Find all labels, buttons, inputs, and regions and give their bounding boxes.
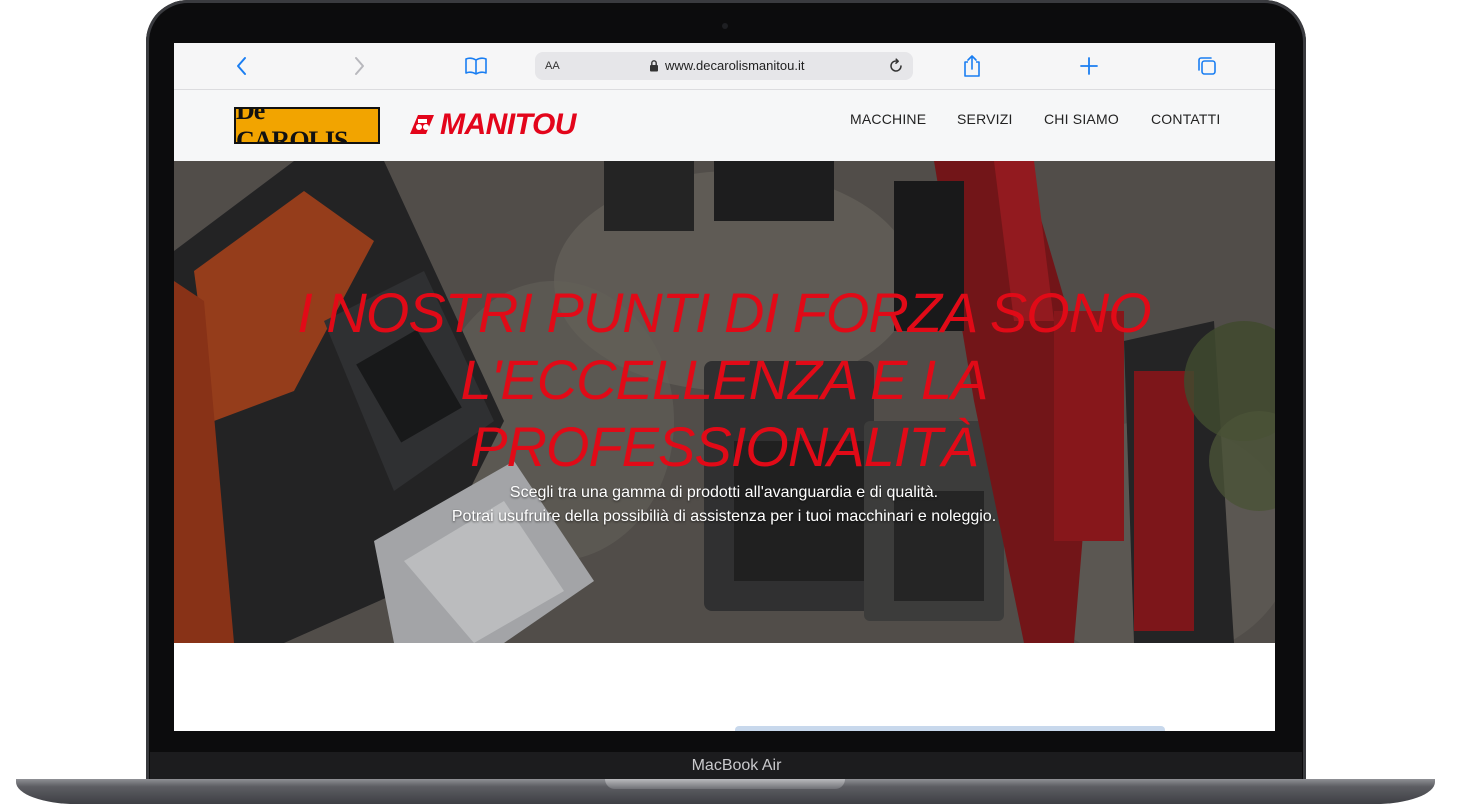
decarolis-logo[interactable]: De CAROLIS — [234, 107, 380, 144]
nav-contatti[interactable]: CONTATTI — [1151, 111, 1221, 127]
hero-title-line: PROFESSIONALITÀ — [470, 415, 979, 478]
webcam — [722, 23, 728, 29]
share-button[interactable] — [959, 53, 985, 79]
tabs-icon — [1198, 57, 1216, 75]
chevron-right-icon — [355, 57, 364, 75]
forward-button[interactable] — [346, 53, 372, 79]
content-card-preview — [735, 726, 1165, 731]
hero-title: I NOSTRI PUNTI DI FORZA SONO L'ECCELLENZ… — [274, 279, 1174, 480]
manitou-wordmark: MANITOU — [440, 108, 576, 141]
plus-icon — [1080, 57, 1098, 75]
hero-subtitle-line: Scegli tra una gamma di prodotti all'ava… — [509, 484, 939, 501]
manitou-logo[interactable]: MANITOU — [406, 108, 576, 142]
hero-title-line: I NOSTRI PUNTI DI FORZA SONO — [297, 281, 1152, 344]
share-icon — [964, 55, 980, 77]
chevron-left-icon — [237, 57, 246, 75]
hero-banner: I NOSTRI PUNTI DI FORZA SONO L'ECCELLENZ… — [174, 161, 1275, 643]
laptop-hinge-notch — [605, 779, 845, 789]
tabs-overview-button[interactable] — [1194, 53, 1220, 79]
lock-icon — [650, 60, 658, 72]
browser-screen: AA www.decarolismanitou.it De CAROLIS MA… — [174, 43, 1275, 731]
new-tab-button[interactable] — [1076, 53, 1102, 79]
nav-macchine[interactable]: MACCHINE — [850, 111, 926, 127]
url-text: www.decarolismanitou.it — [665, 58, 805, 73]
device-model-label: MacBook Air — [691, 757, 782, 774]
manitou-emblem-icon — [410, 115, 434, 134]
hero-subtitle: Scegli tra una gamma di prodotti all'ava… — [274, 481, 1174, 529]
bookmarks-icon — [465, 57, 487, 75]
back-button[interactable] — [229, 53, 255, 79]
nav-chi-siamo[interactable]: CHI SIAMO — [1044, 111, 1119, 127]
site-header: De CAROLIS MANITOU MACCHINE SERVIZI CHI … — [174, 90, 1275, 161]
hero-title-line: L'ECCELLENZA E LA — [460, 348, 989, 411]
bookmarks-button[interactable] — [463, 53, 489, 79]
reload-button[interactable] — [885, 55, 907, 77]
text-size-button[interactable]: AA — [545, 60, 560, 72]
nav-servizi[interactable]: SERVIZI — [957, 111, 1013, 127]
browser-toolbar: AA www.decarolismanitou.it — [174, 43, 1275, 90]
address-bar[interactable]: AA www.decarolismanitou.it — [535, 52, 913, 80]
reload-icon — [890, 58, 902, 72]
hero-subtitle-line: Potrai usufruire della possibilià di ass… — [451, 508, 997, 525]
